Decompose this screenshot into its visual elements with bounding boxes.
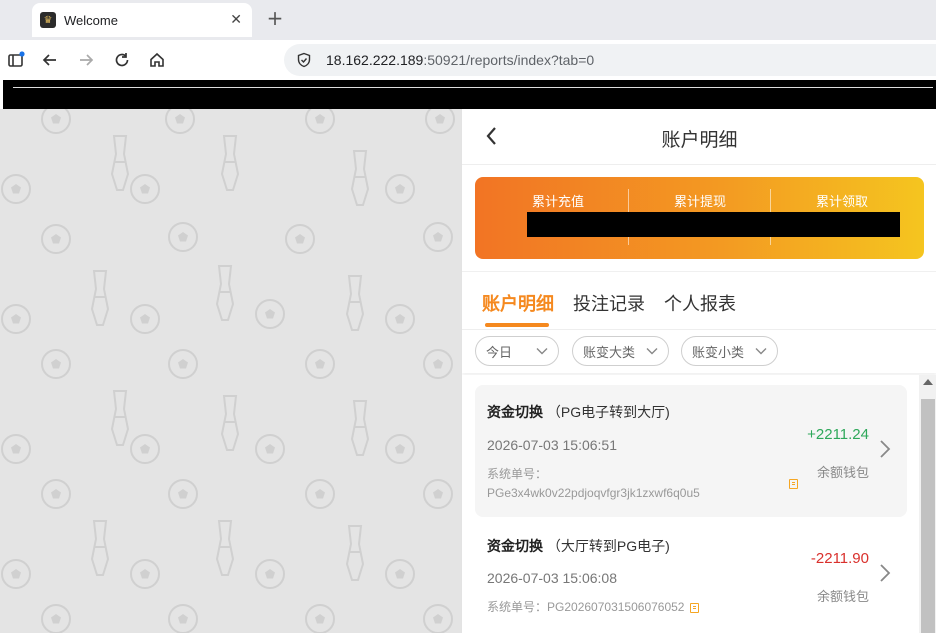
record-time: 2026-07-03 15:06:08 (487, 570, 617, 586)
scrollbar-thumb[interactable] (921, 399, 935, 633)
redacted-banner (3, 80, 936, 109)
account-detail-panel: 账户明细 累计充值 累计提现 累计领取 账户明细 投注记录 个人报表 今日 账变… (461, 109, 936, 633)
address-bar[interactable]: 18.162.222.189:50921/reports/index?tab=0 (284, 44, 936, 76)
reload-icon[interactable] (110, 48, 134, 72)
record-tabs: 账户明细 投注记录 个人报表 (462, 271, 936, 329)
record-type: 资金切换 (487, 538, 543, 554)
record-list: 资金切换 （PG电子转到大厅) 2026-07-03 15:06:51 系统单号… (462, 375, 919, 633)
copy-icon[interactable] (690, 602, 700, 613)
football-pattern-icon (1, 109, 455, 633)
summary-card: 累计充值 累计提现 累计领取 (475, 177, 924, 259)
list-scrollbar[interactable] (919, 375, 936, 633)
order-number: PG202607031506076052 (547, 600, 685, 614)
record-type: 资金切换 (487, 404, 543, 420)
record-desc: （大厅转到PG电子) (546, 538, 670, 554)
url-host: 18.162.222.189 (326, 52, 424, 68)
list-item[interactable]: 资金切换 （PG电子转到大厅) 2026-07-03 15:06:51 系统单号… (475, 385, 907, 517)
url-path: :50921/reports/index?tab=0 (423, 52, 595, 68)
background-pattern (0, 109, 461, 633)
record-desc: （PG电子转到大厅) (546, 404, 670, 420)
record-amount: +2211.24 (807, 426, 869, 443)
page-header: 账户明细 (462, 109, 936, 165)
record-title: 资金切换 （大厅转到PG电子) (487, 536, 670, 556)
tab-personal-report[interactable]: 个人报表 (664, 290, 736, 316)
copy-icon[interactable] (789, 479, 798, 489)
filter-value: 账变小类 (692, 344, 745, 360)
close-tab-icon[interactable]: ✕ (230, 12, 242, 28)
record-order: 系统单号：PG202607031506076052 (487, 598, 700, 617)
chevron-right-icon (880, 564, 891, 582)
scroll-up-icon[interactable] (923, 379, 933, 385)
chevron-down-icon (536, 348, 548, 355)
new-tab-button[interactable]: + (264, 6, 286, 30)
order-label: 系统单号： (487, 600, 548, 614)
tab-title: Welcome (64, 12, 118, 28)
tab-bet-records[interactable]: 投注记录 (573, 290, 645, 316)
site-info-icon[interactable] (296, 52, 312, 68)
back-arrow-icon[interactable] (38, 48, 62, 72)
record-wallet: 余额钱包 (816, 589, 869, 604)
record-time: 2026-07-03 15:06:51 (487, 437, 617, 453)
filter-bar: 今日 账变大类 账变小类 (462, 329, 936, 373)
chevron-down-icon (646, 348, 658, 355)
browser-tab-strip: ♛ Welcome ✕ + (0, 0, 936, 40)
tab-account-detail[interactable]: 账户明细 (482, 290, 554, 316)
summary-label: 累计充值 (531, 194, 584, 209)
record-title: 资金切换 （PG电子转到大厅) (487, 402, 670, 422)
category-filter-select[interactable]: 账变大类 (572, 336, 669, 366)
redacted-amounts (527, 212, 900, 237)
filter-value: 今日 (486, 344, 513, 360)
summary-label: 累计提现 (673, 194, 726, 209)
page-title: 账户明细 (661, 130, 738, 151)
active-tab-indicator (485, 323, 549, 327)
record-order: 系统单号： PGe3x4wk0v22pdjoqvfgr3jk1zxwf6q0u5 (487, 465, 700, 503)
forward-arrow-icon[interactable] (74, 48, 98, 72)
record-wallet: 余额钱包 (816, 465, 869, 480)
list-item[interactable]: 资金切换 （大厅转到PG电子) 2026-07-03 15:06:08 系统单号… (475, 518, 907, 633)
filter-value: 账变大类 (583, 344, 636, 360)
chevron-down-icon (755, 348, 767, 355)
record-amount: -2211.90 (810, 550, 869, 567)
summary-label: 累计领取 (815, 194, 868, 209)
order-label: 系统单号： (487, 467, 548, 481)
browser-tab[interactable]: ♛ Welcome ✕ (32, 3, 252, 37)
subcategory-filter-select[interactable]: 账变小类 (681, 336, 778, 366)
home-icon[interactable] (145, 48, 169, 72)
order-number: PGe3x4wk0v22pdjoqvfgr3jk1zxwf6q0u5 (487, 486, 700, 500)
site-favicon-icon: ♛ (40, 12, 56, 28)
date-filter-select[interactable]: 今日 (475, 336, 559, 366)
chevron-right-icon (880, 440, 891, 458)
browser-toolbar: 18.162.222.189:50921/reports/index?tab=0 (0, 40, 936, 80)
sidebar-toggle-icon[interactable] (4, 48, 28, 72)
